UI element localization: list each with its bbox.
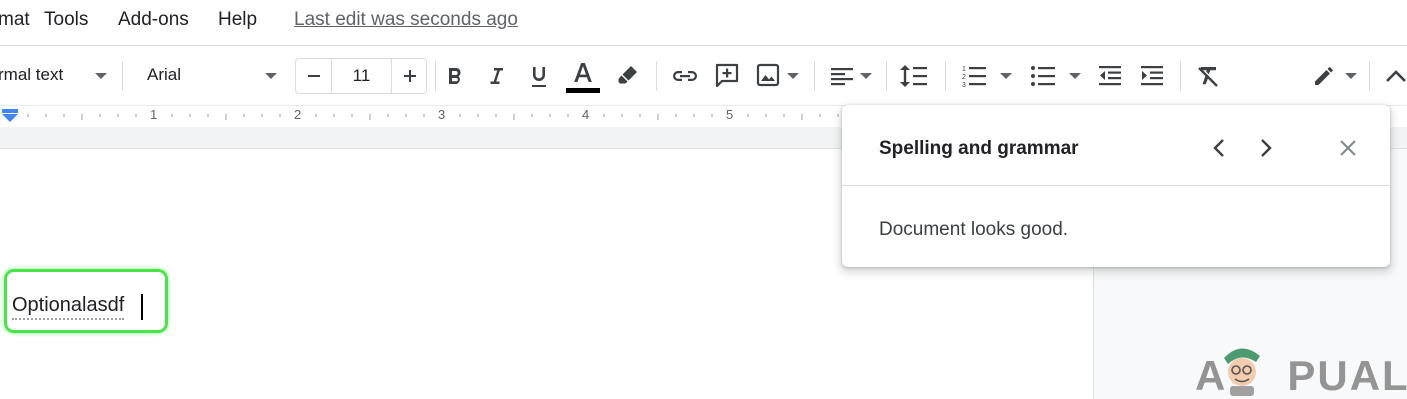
numbered-list-icon: 123	[962, 66, 986, 89]
chevron-left-icon	[1213, 139, 1224, 157]
underline-icon	[532, 67, 546, 87]
align-chevron-down-icon[interactable]	[860, 73, 872, 79]
indent-marker-icon[interactable]	[1, 109, 19, 123]
toolbar-divider	[435, 61, 436, 91]
toolbar: rmal text Arial 11 1 2 3	[0, 45, 1407, 105]
watermark-mascot-icon	[1224, 348, 1260, 396]
font-size-stepper: 11	[295, 58, 427, 94]
insert-link-button[interactable]	[670, 62, 700, 90]
menu-bar: mat Tools Add-ons Help Last edit was sec…	[0, 0, 1407, 44]
last-edit-link[interactable]: Last edit was seconds ago	[294, 9, 518, 31]
next-suggestion-button[interactable]	[1253, 135, 1279, 161]
align-button[interactable]	[828, 62, 856, 90]
collapse-menus-button[interactable]	[1384, 63, 1407, 89]
text-color-icon	[566, 63, 600, 93]
bulleted-list-icon	[1031, 66, 1055, 86]
menu-format[interactable]: mat	[0, 9, 30, 31]
svg-text:2: 2	[962, 74, 966, 81]
document-text[interactable]: Optionalasdf	[12, 293, 125, 320]
panel-divider	[842, 185, 1390, 186]
image-chevron-down-icon[interactable]	[787, 73, 799, 79]
bulleted-list-chevron-down-icon[interactable]	[1069, 73, 1081, 79]
text-color-button[interactable]	[566, 60, 600, 94]
ruler-number: 4	[582, 107, 590, 122]
svg-text:3: 3	[962, 82, 966, 89]
plus-icon	[403, 70, 416, 82]
increase-indent-icon	[1141, 66, 1163, 86]
menu-help[interactable]: Help	[218, 9, 257, 31]
close-icon	[1340, 140, 1356, 156]
style-chevron-down-icon	[95, 73, 107, 79]
underline-button[interactable]	[526, 62, 552, 92]
previous-suggestion-button[interactable]	[1206, 135, 1232, 161]
toolbar-divider	[656, 61, 657, 91]
ruler-number: 2	[294, 107, 302, 122]
numbered-list-button[interactable]: 123	[960, 61, 988, 91]
decrease-indent-icon	[1099, 66, 1121, 86]
minus-icon	[307, 75, 320, 77]
bulleted-list-button[interactable]	[1029, 61, 1057, 91]
ruler-number: 1	[150, 107, 158, 122]
watermark-text-right: PUALS	[1287, 352, 1407, 399]
align-left-icon	[831, 68, 853, 86]
toolbar-divider	[1369, 61, 1370, 91]
line-spacing-icon	[900, 65, 927, 87]
image-icon	[756, 63, 780, 87]
clear-formatting-button[interactable]	[1194, 61, 1222, 91]
chevron-up-icon	[1386, 70, 1406, 82]
bold-button[interactable]	[442, 62, 468, 90]
editing-mode-chevron-down-icon[interactable]	[1345, 73, 1357, 79]
add-comment-icon	[715, 63, 739, 88]
link-icon	[673, 71, 697, 81]
text-cursor	[141, 294, 143, 320]
toolbar-divider	[1180, 61, 1181, 91]
pencil-icon	[1315, 67, 1333, 85]
toolbar-divider	[886, 61, 887, 91]
highlighter-icon	[618, 66, 637, 84]
highlight-color-button[interactable]	[614, 61, 642, 89]
close-panel-button[interactable]	[1335, 135, 1361, 161]
font-size-input[interactable]: 11	[332, 66, 391, 86]
toolbar-divider	[945, 61, 946, 91]
style-dropdown-value: rmal text	[0, 65, 64, 84]
bold-icon	[449, 67, 461, 84]
clear-formatting-icon	[1198, 67, 1218, 87]
italic-icon	[490, 68, 503, 84]
chevron-right-icon	[1261, 139, 1272, 157]
panel-message: Document looks good.	[879, 219, 1069, 240]
spelling-grammar-panel: Spelling and grammar Document looks good…	[842, 105, 1390, 267]
font-dropdown-value: Arial	[147, 65, 182, 84]
ruler-number: 3	[438, 107, 446, 122]
increase-font-size-button[interactable]	[392, 59, 427, 93]
italic-button[interactable]	[483, 62, 509, 90]
svg-text:1: 1	[962, 66, 966, 73]
font-chevron-down-icon	[265, 73, 277, 79]
decrease-indent-button[interactable]	[1096, 61, 1124, 91]
ruler-number: 5	[726, 107, 734, 122]
insert-image-button[interactable]	[754, 61, 782, 89]
decrease-font-size-button[interactable]	[296, 59, 331, 93]
line-spacing-button[interactable]	[898, 61, 930, 91]
menu-tools[interactable]: Tools	[44, 9, 88, 31]
add-comment-button[interactable]	[713, 60, 741, 90]
toolbar-divider	[814, 61, 815, 91]
toolbar-divider	[122, 61, 123, 91]
editing-mode-button[interactable]	[1310, 61, 1338, 91]
menu-add-ons[interactable]: Add-ons	[118, 9, 189, 31]
increase-indent-button[interactable]	[1138, 61, 1166, 91]
panel-title: Spelling and grammar	[879, 138, 1079, 159]
numbered-list-chevron-down-icon[interactable]	[1000, 73, 1012, 79]
